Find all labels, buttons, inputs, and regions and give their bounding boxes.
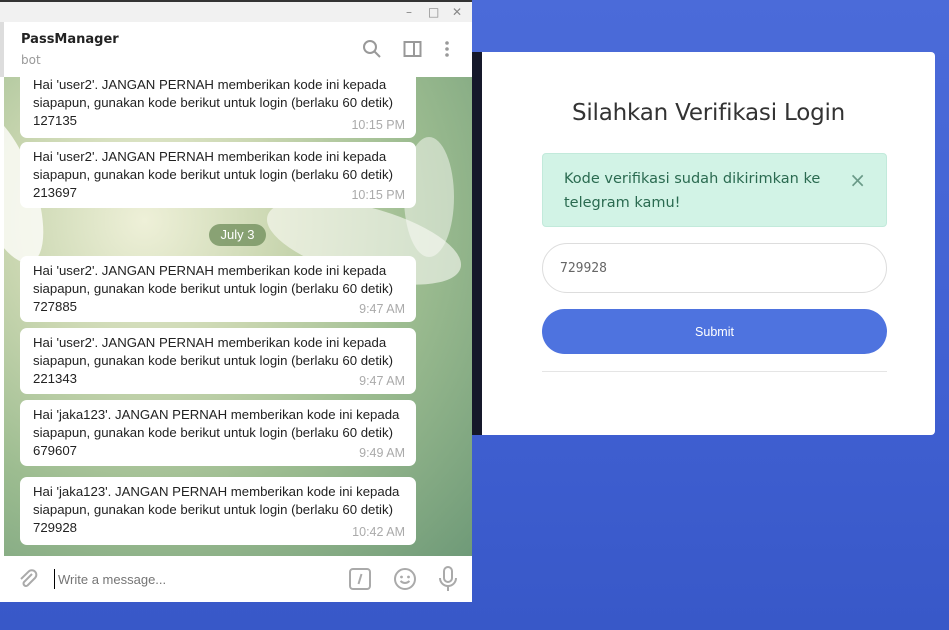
message-bubble: Hai 'user2'. JANGAN PERNAH memberikan ko… (20, 256, 416, 322)
divider (542, 371, 887, 372)
chat-header[interactable]: PassManager bot (0, 22, 472, 77)
message-time: 10:42 AM (352, 525, 405, 539)
emoji-icon[interactable] (393, 567, 417, 591)
message-time: 10:15 PM (351, 188, 405, 202)
date-separator: July 3 (209, 224, 266, 246)
telegram-window: – □ ✕ PassManager bot Hai 'user2'. JANGA… (0, 0, 472, 602)
sidebar-toggle-icon[interactable] (403, 39, 423, 59)
message-text: Hai 'user2'. JANGAN PERNAH memberikan ko… (33, 77, 393, 128)
page-title: Silahkan Verifikasi Login (571, 100, 846, 126)
message-text: Hai 'user2'. JANGAN PERNAH memberikan ko… (33, 335, 393, 386)
message-time: 9:47 AM (359, 302, 405, 316)
message-time: 9:47 AM (359, 374, 405, 388)
close-alert-icon[interactable]: × (849, 168, 866, 192)
message-input[interactable] (54, 569, 334, 589)
attach-icon[interactable] (17, 568, 39, 590)
minimize-button[interactable]: – (406, 5, 412, 19)
submit-button[interactable]: Submit (542, 309, 887, 354)
message-bubble: Hai 'jaka123'. JANGAN PERNAH memberikan … (20, 477, 416, 545)
composer (4, 556, 472, 602)
success-alert: Kode verifikasi sudah dikirimkan ke tele… (542, 153, 887, 227)
close-button[interactable]: ✕ (452, 5, 462, 19)
microphone-icon[interactable] (438, 566, 458, 592)
message-text: Hai 'jaka123'. JANGAN PERNAH memberikan … (33, 407, 400, 458)
chat-subtitle: bot (21, 53, 41, 67)
message-time: 10:15 PM (351, 118, 405, 132)
verification-card: Silahkan Verifikasi Login Kode verifikas… (482, 52, 935, 435)
message-bubble: Hai 'user2'. JANGAN PERNAH memberikan ko… (20, 77, 416, 138)
verification-code-input[interactable] (542, 243, 887, 293)
more-menu-icon[interactable] (442, 39, 452, 59)
maximize-button[interactable]: □ (428, 5, 439, 19)
message-bubble: Hai 'user2'. JANGAN PERNAH memberikan ko… (20, 142, 416, 208)
alert-text: Kode verifikasi sudah dikirimkan ke tele… (564, 171, 821, 211)
message-bubble: Hai 'jaka123'. JANGAN PERNAH memberikan … (20, 400, 416, 466)
message-time: 9:49 AM (359, 446, 405, 460)
chat-name: PassManager (21, 32, 119, 47)
message-list[interactable]: Hai 'user2'. JANGAN PERNAH memberikan ko… (4, 77, 472, 556)
message-text: Hai 'user2'. JANGAN PERNAH memberikan ko… (33, 263, 393, 314)
message-text: Hai 'jaka123'. JANGAN PERNAH memberikan … (33, 484, 400, 535)
search-icon[interactable] (362, 39, 382, 59)
bot-commands-icon[interactable] (349, 568, 371, 590)
title-bar: – □ ✕ (0, 0, 472, 22)
message-text: Hai 'user2'. JANGAN PERNAH memberikan ko… (33, 149, 393, 200)
message-bubble: Hai 'user2'. JANGAN PERNAH memberikan ko… (20, 328, 416, 394)
